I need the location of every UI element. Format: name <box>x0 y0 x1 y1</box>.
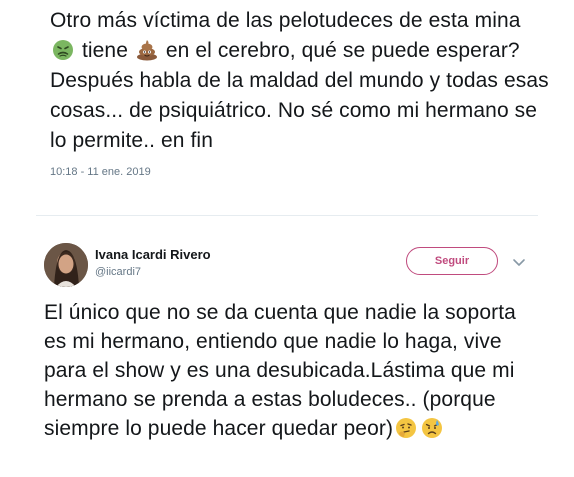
thinking-face-icon <box>395 417 417 439</box>
reply-tweet-text: El único que no se da cuenta que nadie l… <box>44 298 544 443</box>
top-tweet: Otro más víctima de las pelotudeces de e… <box>50 6 550 178</box>
top-tweet-text-part1: Otro más víctima de las pelotudeces de e… <box>50 9 521 32</box>
nauseated-face-icon <box>52 39 74 61</box>
user-info: Ivana Icardi Rivero @iicardi7 <box>95 247 211 278</box>
tweet-divider <box>36 215 538 216</box>
follow-button[interactable]: Seguir <box>406 247 498 275</box>
top-tweet-text: Otro más víctima de las pelotudeces de e… <box>50 6 550 156</box>
top-tweet-text-part2: tiene <box>81 39 128 62</box>
reply-header: Ivana Icardi Rivero @iicardi7 Seguir <box>44 243 534 287</box>
reply-text: El único que no se da cuenta que nadie l… <box>44 301 516 440</box>
pile-of-poo-icon <box>136 39 158 61</box>
display-name[interactable]: Ivana Icardi Rivero <box>95 247 211 262</box>
user-handle[interactable]: @iicardi7 <box>95 266 211 278</box>
sad-sweat-face-icon <box>421 417 443 439</box>
tweet-timestamp[interactable]: 10:18 - 11 ene. 2019 <box>50 166 550 178</box>
avatar[interactable] <box>44 243 88 287</box>
chevron-down-icon[interactable] <box>512 255 526 266</box>
